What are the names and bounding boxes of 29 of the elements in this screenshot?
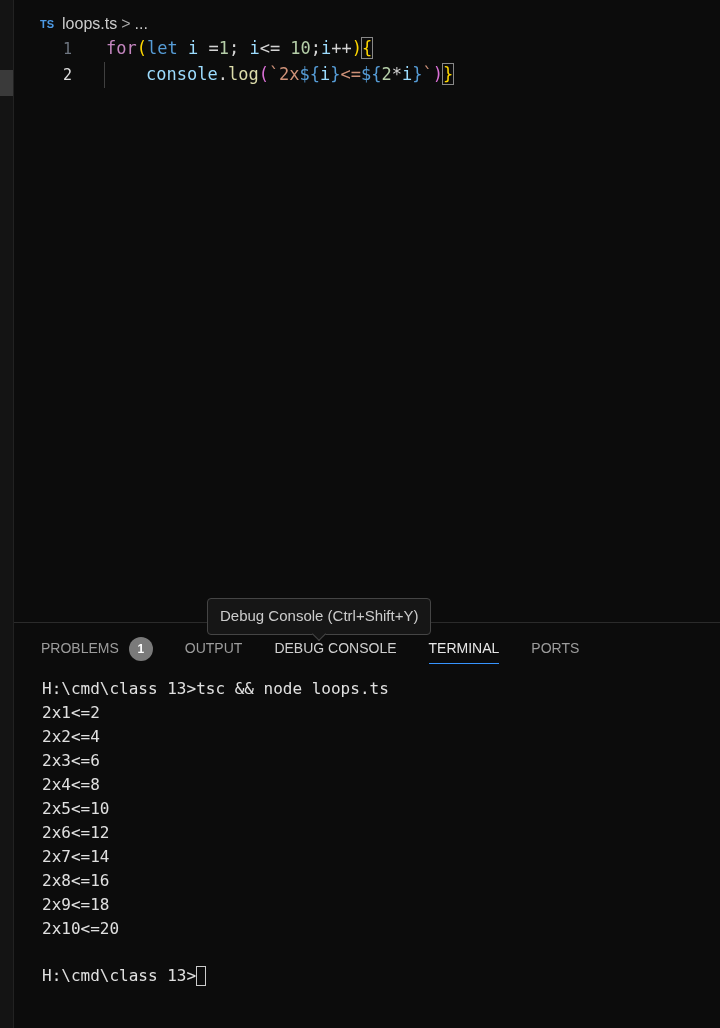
- terminal-line: 2x7<=14: [42, 846, 110, 868]
- terminal-line: 2x1<=2: [42, 702, 100, 724]
- terminal-line: 2x9<=18: [42, 894, 110, 916]
- terminal-line: 2x10<=20: [42, 918, 120, 940]
- terminal-line: 2x4<=8: [42, 774, 100, 796]
- terminal-cursor: [196, 966, 207, 986]
- terminal-line: 2x2<=4: [42, 726, 100, 748]
- line-number: 2: [61, 64, 73, 86]
- terminal-line: 2x6<=12: [42, 822, 110, 844]
- code-line: console.log(`2x${i}<=${2*i}`)}: [86, 62, 454, 88]
- tooltip: Debug Console (Ctrl+Shift+Y): [207, 598, 432, 635]
- count-badge: 1: [128, 637, 153, 661]
- terminal-prompt: H:\cmd\class 13>: [42, 965, 197, 987]
- breadcrumb-item[interactable]: loops.ts: [62, 12, 118, 36]
- typescript-file-icon: TS: [40, 15, 55, 33]
- panel-tab[interactable]: OUTPUT: [184, 634, 243, 664]
- terminal-line: 2x8<=16: [42, 870, 110, 892]
- panel-tab[interactable]: TERMINAL: [428, 634, 500, 664]
- breadcrumb-separator: >: [121, 14, 131, 34]
- breadcrumb-item[interactable]: ...: [134, 12, 148, 36]
- code-line: for(let i =1; i<= 10;i++){: [105, 37, 373, 61]
- panel-tab[interactable]: DEBUG CONSOLE: [274, 634, 397, 664]
- terminal-line: H:\cmd\class 13>tsc && node loops.ts: [42, 678, 389, 700]
- panel-tab[interactable]: PORTS: [531, 634, 580, 664]
- panel-tab[interactable]: PROBLEMS: [41, 634, 119, 664]
- sidebar-highlight: [0, 70, 13, 96]
- terminal-line: 2x5<=10: [42, 798, 110, 820]
- line-number: 1: [61, 38, 73, 60]
- terminal-line: 2x3<=6: [42, 750, 100, 772]
